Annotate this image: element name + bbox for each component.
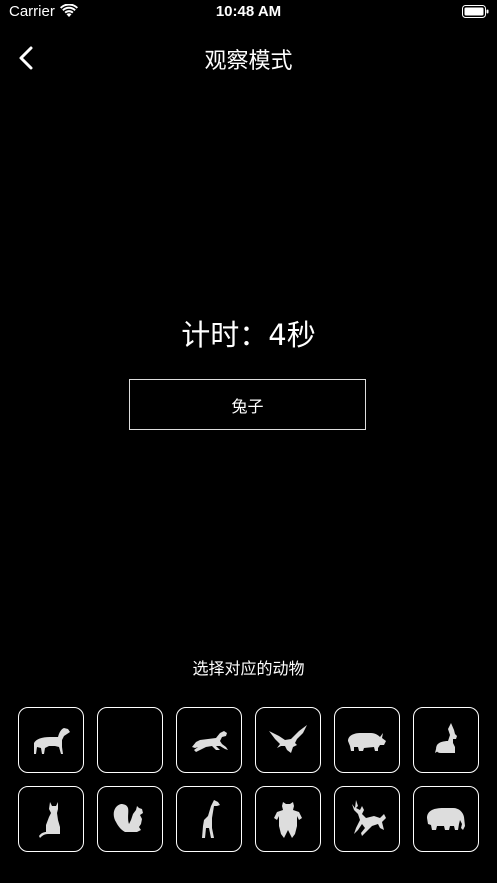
- giraffe-icon: [202, 800, 220, 838]
- cat-icon: [39, 802, 60, 838]
- animal-tile-horse[interactable]: [176, 707, 242, 773]
- elephant-icon: [427, 808, 465, 830]
- animal-tile-dog[interactable]: [18, 707, 84, 773]
- animal-tile-bear[interactable]: [255, 786, 321, 852]
- animal-tile-deer[interactable]: [334, 786, 400, 852]
- animal-tile-rabbit[interactable]: [413, 707, 479, 773]
- rabbit-icon: [435, 723, 457, 753]
- animal-tile-cat[interactable]: [18, 786, 84, 852]
- animal-tile-empty[interactable]: [97, 707, 163, 773]
- timer-label: 计时：4秒: [181, 318, 316, 352]
- animal-tile-squirrel[interactable]: [97, 786, 163, 852]
- animal-tile-elephant[interactable]: [413, 786, 479, 852]
- answer-box: 兔子: [129, 379, 366, 430]
- page-title: 观察模式: [204, 49, 293, 74]
- bear-icon: [274, 802, 302, 838]
- horse-icon: [192, 731, 228, 752]
- battery-icon: [462, 5, 489, 18]
- animal-tile-eagle[interactable]: [255, 707, 321, 773]
- navigation-bar: 观察模式: [0, 30, 497, 86]
- status-bar: Carrier 10:48 AM: [0, 0, 497, 26]
- rhino-icon: [348, 733, 386, 751]
- answer-label: 兔子: [231, 396, 264, 416]
- deer-icon: [352, 800, 386, 836]
- animal-tile-rhino[interactable]: [334, 707, 400, 773]
- dog-icon: [34, 728, 70, 754]
- animal-tile-giraffe[interactable]: [176, 786, 242, 852]
- eagle-icon: [269, 725, 307, 753]
- instruction-text: 选择对应的动物: [192, 659, 305, 678]
- status-time: 10:48 AM: [215, 3, 282, 20]
- squirrel-icon: [113, 804, 143, 832]
